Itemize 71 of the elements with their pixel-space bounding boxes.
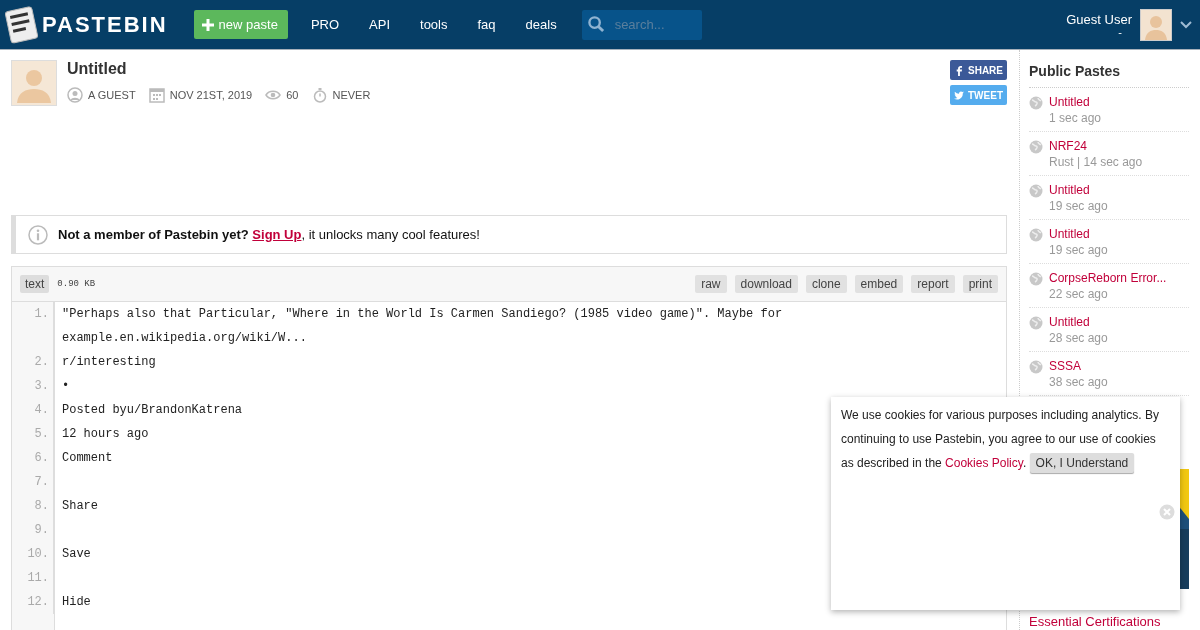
paste-meta: 38 sec ago bbox=[1049, 374, 1108, 390]
globe-icon bbox=[1029, 96, 1043, 110]
nav-link[interactable]: faq bbox=[465, 17, 508, 32]
paste-title: Untitled bbox=[67, 60, 128, 78]
code-line: 12 hours ago bbox=[62, 427, 149, 441]
action-button[interactable]: raw bbox=[695, 275, 727, 293]
paste-meta: 28 sec ago bbox=[1049, 330, 1108, 346]
code-line: • bbox=[62, 379, 70, 393]
facebook-icon bbox=[954, 64, 964, 76]
nav-link[interactable]: deals bbox=[513, 17, 569, 32]
info-icon bbox=[28, 224, 48, 245]
understand-button[interactable]: OK, I Understand bbox=[1029, 453, 1135, 473]
code-line: "Perhaps also that Particular, "Where in the World Is Carmen Sandiego? (1985 video game)". Maybe for example.en.wikipedia.org/wiki/W... bbox=[62, 307, 783, 345]
paste-meta: 22 sec ago bbox=[1049, 286, 1109, 302]
meta-text: 60 bbox=[286, 89, 299, 101]
search-bar[interactable]: search... bbox=[581, 9, 702, 40]
format-tag: text bbox=[20, 275, 50, 293]
paste-meta: 19 sec ago bbox=[1049, 198, 1108, 214]
action-button[interactable]: download bbox=[734, 275, 798, 293]
paste-link[interactable]: Untitled bbox=[1049, 314, 1108, 330]
globe-icon bbox=[1029, 184, 1043, 198]
action-button[interactable]: report bbox=[911, 275, 955, 293]
cookie-text: We use cookies for various purposes including analytics. By continuing to use Pastebin, you agree to our use of cookies as described in the Cookies Policy. OK, I Understand bbox=[841, 403, 1170, 475]
code-line: Share bbox=[62, 499, 98, 513]
avatar bbox=[11, 60, 57, 106]
code-line: Posted byu/BrandonKatrena bbox=[62, 403, 243, 417]
user-icon bbox=[67, 87, 83, 103]
nav-link[interactable]: PRO bbox=[298, 17, 352, 32]
stopwatch-icon bbox=[311, 87, 328, 103]
calendar-icon bbox=[148, 87, 165, 103]
paste-link[interactable]: CorpseReborn Error... bbox=[1049, 270, 1167, 286]
code-line: Comment bbox=[62, 451, 113, 465]
globe-icon bbox=[1029, 228, 1043, 242]
search-field[interactable]: search... bbox=[612, 16, 697, 33]
globe-icon bbox=[1029, 316, 1043, 330]
paste-meta: 19 sec ago bbox=[1049, 242, 1108, 258]
meta-text: A GUEST bbox=[88, 89, 136, 101]
paste-link[interactable]: SSSA bbox=[1049, 358, 1108, 374]
globe-icon bbox=[1029, 140, 1043, 154]
user-name[interactable]: Guest User bbox=[1066, 11, 1132, 27]
code-line: r/interesting bbox=[62, 355, 156, 369]
facebook-share-button[interactable]: SHARE bbox=[950, 60, 1007, 80]
ad-caption[interactable]: Essential Certifications bbox=[1029, 614, 1189, 629]
meta-text: NOV 21ST, 2019 bbox=[169, 89, 253, 101]
paste-link[interactable]: Untitled bbox=[1049, 94, 1102, 110]
paste-link[interactable]: NRF24 bbox=[1049, 138, 1143, 154]
action-button[interactable]: print bbox=[962, 275, 998, 293]
code-line: Hide bbox=[62, 595, 91, 609]
logo-text[interactable]: PASTEBIN bbox=[42, 11, 168, 38]
file-size: 0.90 KB bbox=[57, 279, 96, 289]
action-button[interactable]: embed bbox=[854, 275, 904, 293]
user-sub: - bbox=[1118, 26, 1122, 38]
cookies-policy-link[interactable]: Cookies Policy bbox=[945, 456, 1023, 470]
sidebar-title: Public Pastes bbox=[1029, 50, 1189, 88]
nav-link[interactable]: API bbox=[357, 17, 402, 32]
plus-icon bbox=[201, 18, 214, 31]
paste-meta: 1 sec ago bbox=[1049, 110, 1102, 126]
globe-icon bbox=[1029, 272, 1043, 286]
action-button[interactable]: clone bbox=[805, 275, 847, 293]
notice-text: Not a member of Pastebin yet? Sign Up, it unlocks many cool features! bbox=[58, 227, 480, 242]
nav-link[interactable]: tools bbox=[408, 17, 460, 32]
search-icon[interactable] bbox=[587, 16, 605, 33]
caret-icon[interactable] bbox=[1180, 20, 1192, 29]
avatar[interactable] bbox=[1140, 8, 1172, 41]
globe-icon bbox=[1029, 360, 1043, 374]
paste-link[interactable]: Untitled bbox=[1049, 182, 1108, 198]
paste-link[interactable]: Untitled bbox=[1049, 226, 1108, 242]
meta-text: NEVER bbox=[332, 89, 371, 101]
paste-meta: Rust | 14 sec ago bbox=[1049, 154, 1143, 170]
bird-icon bbox=[954, 89, 964, 101]
code-line: Save bbox=[62, 547, 91, 561]
